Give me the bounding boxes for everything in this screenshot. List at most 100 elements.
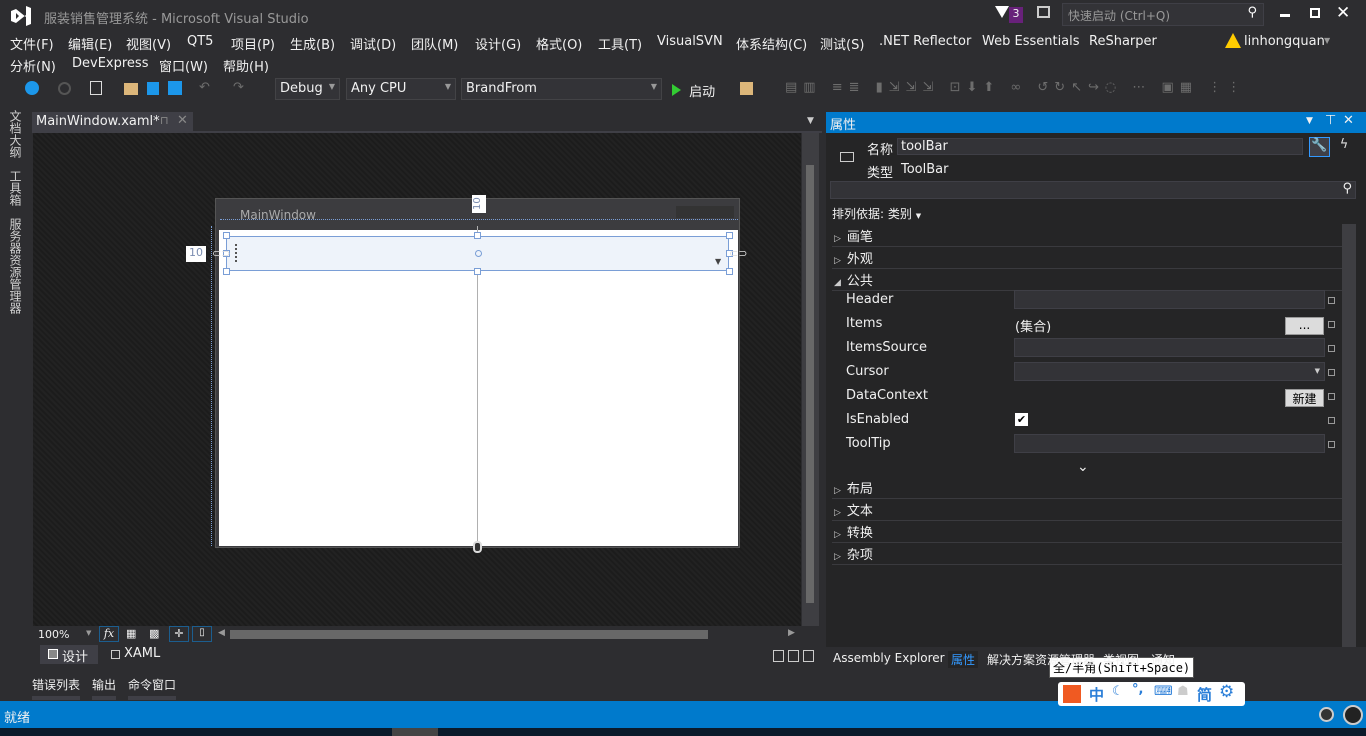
toolbar-grip[interactable] — [235, 244, 237, 262]
ime-simplified[interactable]: 简 — [1197, 684, 1212, 705]
menu-item[interactable]: 帮助(H) — [223, 56, 269, 75]
show-more-chevron-icon[interactable]: ⌄ — [1077, 459, 1089, 475]
snap-lines-icon[interactable]: ✛ — [169, 626, 189, 642]
toolbar-overflow-icon[interactable]: ▼ — [715, 257, 721, 266]
menu-item[interactable]: ReSharper — [1089, 34, 1157, 49]
properties-view-button[interactable]: 🔧 — [1309, 137, 1330, 157]
formula-icon[interactable]: fx — [99, 626, 119, 642]
resize-handle[interactable] — [726, 268, 733, 275]
bottom-tab[interactable]: 输出 — [92, 676, 117, 700]
panel-tab[interactable]: 属性 — [948, 651, 979, 668]
menu-item[interactable]: .NET Reflector — [879, 34, 971, 49]
new-project-icon[interactable] — [90, 81, 102, 95]
resize-handle[interactable] — [474, 232, 481, 239]
tab-document-outline[interactable]: 文档大纲 — [6, 110, 24, 158]
menu-item[interactable]: 格式(O) — [536, 34, 582, 53]
scroll-right-icon[interactable]: ▶ — [788, 628, 795, 638]
link-icon[interactable]: ⊂⊃ — [212, 247, 230, 260]
view-tab-design[interactable]: 设计 — [40, 645, 98, 665]
tab-overflow-icon[interactable]: ▼ — [807, 116, 814, 126]
horizontal-scrollbar[interactable] — [230, 630, 708, 639]
menu-item[interactable]: 编辑(E) — [68, 34, 112, 53]
moon-icon[interactable]: ☾ — [1112, 684, 1124, 699]
menu-item[interactable]: 项目(P) — [231, 34, 275, 53]
property-edit-button[interactable]: ... — [1285, 317, 1324, 335]
menu-item[interactable]: Web Essentials — [982, 34, 1080, 49]
advanced-options-marker[interactable] — [1328, 369, 1335, 376]
scroll-left-icon[interactable]: ◀ — [218, 628, 225, 638]
search-icon[interactable]: ⚲ — [1247, 5, 1257, 20]
advanced-options-marker[interactable] — [1328, 345, 1335, 352]
designer-vertical-scrollbar[interactable] — [802, 133, 819, 626]
split-vertical-icon[interactable] — [773, 650, 784, 662]
anchor-bottom-icon[interactable] — [473, 541, 482, 553]
user-account[interactable]: linhongquan — [1244, 34, 1325, 49]
forward-icon[interactable] — [58, 82, 71, 95]
tab-server-explorer[interactable]: 服务器资源管理器 — [6, 218, 24, 314]
menu-item[interactable]: QT5 — [187, 34, 213, 49]
startup-project-select[interactable]: BrandFrom ▼ — [461, 78, 662, 100]
menu-item[interactable]: 文件(F) — [10, 34, 54, 53]
resize-handle[interactable] — [726, 232, 733, 239]
tab-mainwindow-xaml[interactable]: MainWindow.xaml* ⊓ ✕ — [32, 112, 193, 132]
back-icon[interactable] — [25, 81, 39, 95]
properties-scrollbar[interactable] — [1342, 224, 1356, 647]
minimize-button[interactable] — [1280, 14, 1290, 17]
events-view-button[interactable]: ϟ — [1334, 137, 1354, 157]
keyboard-icon[interactable]: ⌨ — [1154, 684, 1173, 699]
quick-launch-input[interactable]: 快速启动 (Ctrl+Q) ⚲ — [1062, 3, 1264, 26]
chevron-down-icon[interactable]: ▼ — [1324, 36, 1330, 45]
pin-icon[interactable]: ⊓ — [160, 114, 169, 127]
undo-icon[interactable]: ↶ — [199, 80, 210, 95]
split-horizontal-icon[interactable] — [788, 650, 799, 662]
chevron-down-icon[interactable]: ▼ — [86, 629, 91, 637]
property-value-input[interactable] — [1014, 338, 1325, 357]
start-button[interactable]: 启动 — [672, 81, 715, 100]
menu-item[interactable]: 工具(T) — [598, 34, 642, 53]
bottom-tab[interactable]: 错误列表 — [32, 676, 81, 700]
isenabled-checkbox[interactable]: ✔ — [1015, 413, 1028, 426]
panel-tab[interactable]: Assembly Explorer — [830, 651, 948, 665]
menu-item[interactable]: 调试(D) — [350, 34, 396, 53]
category-header[interactable]: ◢ 公共 — [832, 270, 1342, 291]
pin-icon[interactable]: ⊤ — [1325, 113, 1336, 128]
restore-button[interactable] — [1310, 8, 1320, 18]
link-icon[interactable]: ⊂⊃ — [729, 247, 747, 260]
advanced-options-marker[interactable] — [1328, 417, 1335, 424]
chevron-down-icon[interactable]: ▼ — [1306, 116, 1313, 126]
property-search-input[interactable]: ⚲ — [830, 181, 1356, 199]
resize-handle[interactable] — [223, 232, 230, 239]
redo-icon[interactable]: ↷ — [233, 80, 244, 95]
property-value-input[interactable]: ▼ — [1014, 362, 1325, 381]
close-button[interactable]: ✕ — [1336, 3, 1350, 23]
menu-item[interactable]: 团队(M) — [411, 34, 458, 53]
search-icon[interactable]: ⚲ — [1342, 181, 1352, 196]
open-icon[interactable] — [124, 83, 138, 95]
property-edit-button[interactable]: 新建 — [1285, 389, 1324, 407]
panel-tab[interactable]: 通知 — [1148, 651, 1178, 668]
save-all-icon[interactable] — [168, 81, 182, 95]
snap-grid-icon[interactable]: ▩ — [149, 627, 159, 640]
menu-item[interactable]: 体系结构(C) — [736, 34, 807, 53]
download-icon[interactable] — [1319, 707, 1334, 722]
resize-handle[interactable] — [223, 268, 230, 275]
menu-item[interactable]: 窗口(W) — [159, 56, 208, 75]
ime-chinese-mode[interactable]: 中 — [1089, 684, 1104, 705]
configuration-select[interactable]: Debug ▼ — [275, 78, 340, 100]
collapse-pane-icon[interactable] — [803, 650, 814, 662]
toolbar-control-selected[interactable]: ▼ — [226, 236, 729, 271]
property-value-input[interactable] — [1014, 290, 1325, 309]
save-icon[interactable] — [147, 82, 159, 95]
user-icon[interactable]: ☗ — [1177, 684, 1189, 699]
bottom-tab[interactable]: 命令窗口 — [128, 676, 177, 700]
filter-icon[interactable] — [995, 6, 1009, 18]
zoom-select[interactable]: 100% — [38, 628, 69, 641]
menu-item[interactable]: VisualSVN — [657, 34, 723, 49]
close-icon[interactable]: ✕ — [1343, 113, 1354, 128]
menu-item[interactable]: DevExpress — [72, 56, 148, 71]
category-header[interactable]: ▷ 杂项 — [832, 544, 1342, 565]
close-tab-icon[interactable]: ✕ — [177, 113, 188, 128]
menu-item[interactable]: 分析(N) — [10, 56, 56, 75]
scroll-thumb[interactable] — [806, 165, 814, 603]
project-code-icon[interactable]: ▯ — [192, 626, 212, 642]
